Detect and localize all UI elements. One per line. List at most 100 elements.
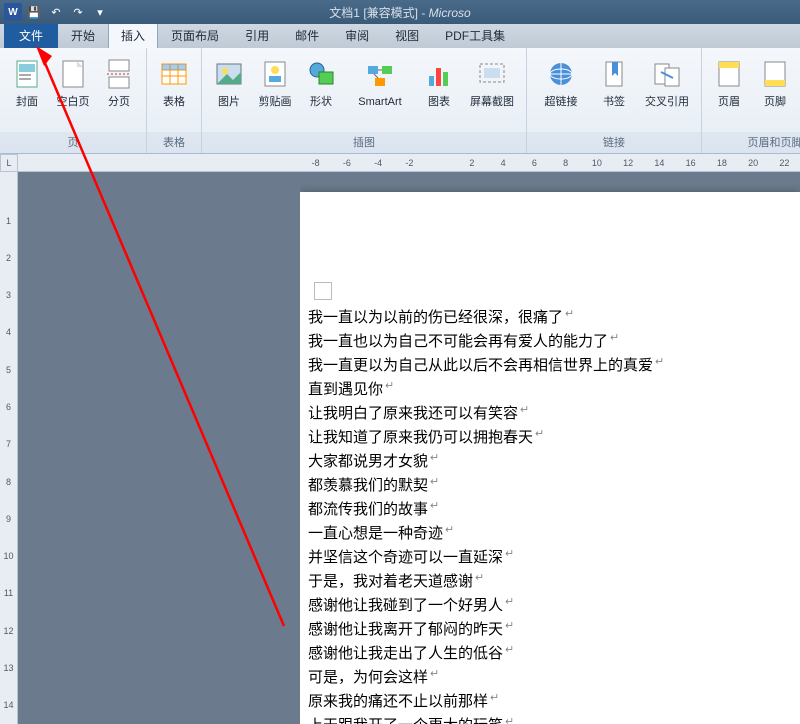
shapes-icon — [305, 54, 337, 94]
group-headerfooter-label: 页眉和页脚 — [702, 132, 800, 153]
redo-icon[interactable]: ↷ — [68, 2, 88, 22]
document-line[interactable]: 我一直以为以前的伤已经很深，很痛了 — [308, 306, 800, 330]
table-icon — [158, 54, 190, 94]
header-button[interactable]: 页眉 — [708, 52, 750, 111]
ribbon-tabs: 文件 开始 插入 页面布局 引用 邮件 审阅 视图 PDF工具集 — [0, 24, 800, 48]
document-line[interactable]: 并坚信这个奇迹可以一直延深 — [308, 546, 800, 570]
chart-button[interactable]: 图表 — [418, 52, 460, 111]
ruler-tick: 14 — [644, 158, 675, 168]
ruler-tick: 14 — [3, 687, 13, 724]
cover-page-button[interactable]: 封面 — [6, 52, 48, 111]
ruler-tick: 16 — [675, 158, 706, 168]
blank-page-button[interactable]: 空白页 — [52, 52, 94, 111]
page-break-button[interactable]: 分页 — [98, 52, 140, 111]
shapes-button[interactable]: 形状 — [300, 52, 342, 111]
document-line[interactable]: 都羡慕我们的默契 — [308, 474, 800, 498]
crossref-icon — [651, 54, 683, 94]
clipart-button[interactable]: 剪贴画 — [254, 52, 296, 111]
word-app-icon[interactable]: W — [4, 3, 22, 21]
header-label: 页眉 — [718, 96, 740, 109]
tab-view[interactable]: 视图 — [382, 22, 432, 48]
group-links: 超链接 书签 交叉引用 链接 — [527, 48, 702, 153]
document-line[interactable]: 可是，为何会这样 — [308, 666, 800, 690]
group-tables: 表格 表格 — [147, 48, 202, 153]
screenshot-icon — [476, 54, 508, 94]
document-line[interactable]: 直到遇见你 — [308, 378, 800, 402]
document-page[interactable]: 我一直以为以前的伤已经很深，很痛了我一直也以为自己不可能会再有爱人的能力了我一直… — [300, 192, 800, 724]
save-icon[interactable]: 💾 — [24, 2, 44, 22]
doc-title: 文档1 [兼容模式] — [329, 6, 418, 20]
footer-icon — [759, 54, 791, 94]
picture-button[interactable]: 图片 — [208, 52, 250, 111]
tab-file[interactable]: 文件 — [4, 22, 58, 48]
clipart-label: 剪贴画 — [259, 96, 292, 109]
cursor-marker — [314, 282, 332, 300]
crossref-button[interactable]: 交叉引用 — [639, 52, 695, 111]
ruler-tick: 12 — [613, 158, 644, 168]
hyperlink-button[interactable]: 超链接 — [533, 52, 589, 111]
tab-home[interactable]: 开始 — [58, 22, 108, 48]
picture-label: 图片 — [218, 96, 240, 109]
document-line[interactable]: 于是，我对着老天道感谢 — [308, 570, 800, 594]
bookmark-label: 书签 — [603, 96, 625, 109]
ruler-tick: 4 — [488, 158, 519, 168]
smartart-label: SmartArt — [358, 96, 401, 109]
horizontal-ruler[interactable]: -8-6-4-2246810121416182022 — [0, 154, 800, 172]
group-links-label: 链接 — [527, 132, 701, 153]
bookmark-icon — [598, 54, 630, 94]
picture-icon — [213, 54, 245, 94]
tab-insert[interactable]: 插入 — [108, 22, 158, 48]
chart-icon — [423, 54, 455, 94]
vertical-ruler[interactable]: 1234567891011121314 — [0, 172, 18, 724]
document-line[interactable]: 大家都说男才女貌 — [308, 450, 800, 474]
qat-dropdown-icon[interactable]: ▾ — [90, 2, 110, 22]
document-line[interactable]: 我一直更以为自己从此以后不会再相信世界上的真爱 — [308, 354, 800, 378]
ruler-tick: 7 — [6, 426, 11, 463]
document-line[interactable]: 我一直也以为自己不可能会再有爱人的能力了 — [308, 330, 800, 354]
chart-label: 图表 — [428, 96, 450, 109]
ruler-tick: 2 — [456, 158, 487, 168]
ruler-tick: 8 — [6, 463, 11, 500]
tab-review[interactable]: 审阅 — [332, 22, 382, 48]
blank-page-label: 空白页 — [57, 96, 90, 109]
title-bar: W 💾 ↶ ↷ ▾ 文档1 [兼容模式] - Microso — [0, 0, 800, 24]
bookmark-button[interactable]: 书签 — [593, 52, 635, 111]
document-line[interactable]: 感谢他让我走出了人生的低谷 — [308, 642, 800, 666]
group-illustrations: 图片 剪贴画 形状 SmartArt 图表 屏幕截图 插图 — [202, 48, 527, 153]
page-break-icon — [103, 54, 135, 94]
document-line[interactable]: 感谢他让我离开了郁闷的昨天 — [308, 618, 800, 642]
cover-page-icon — [11, 54, 43, 94]
ruler-tick: 5 — [6, 351, 11, 388]
smartart-button[interactable]: SmartArt — [346, 52, 414, 111]
page-container[interactable]: 我一直以为以前的伤已经很深，很痛了我一直也以为自己不可能会再有爱人的能力了我一直… — [300, 172, 800, 724]
tab-mail[interactable]: 邮件 — [282, 22, 332, 48]
document-line[interactable]: 都流传我们的故事 — [308, 498, 800, 522]
ruler-tick: 1 — [6, 202, 11, 239]
document-line[interactable]: 一直心想是一种奇迹 — [308, 522, 800, 546]
smartart-icon — [364, 54, 396, 94]
document-body[interactable]: 我一直以为以前的伤已经很深，很痛了我一直也以为自己不可能会再有爱人的能力了我一直… — [308, 306, 800, 724]
clipart-icon — [259, 54, 291, 94]
tab-layout[interactable]: 页面布局 — [158, 22, 232, 48]
page-gutter — [18, 172, 300, 724]
document-line[interactable]: 感谢他让我碰到了一个好男人 — [308, 594, 800, 618]
tab-stop-selector[interactable]: L — [0, 154, 18, 172]
footer-button[interactable]: 页脚 — [754, 52, 796, 111]
header-icon — [713, 54, 745, 94]
group-pages-label: 页 — [0, 132, 146, 153]
ruler-tick: 12 — [3, 612, 13, 649]
ruler-tick: -6 — [331, 158, 362, 168]
tab-pdf[interactable]: PDF工具集 — [432, 22, 518, 48]
table-button[interactable]: 表格 — [153, 52, 195, 111]
app-name: Microso — [429, 6, 471, 20]
shapes-label: 形状 — [310, 96, 332, 109]
document-line[interactable]: 原来我的痛还不止以前那样 — [308, 690, 800, 714]
group-pages: 封面 空白页 分页 页 — [0, 48, 147, 153]
document-line[interactable]: 上天跟我开了一个更大的玩笑 — [308, 714, 800, 724]
screenshot-button[interactable]: 屏幕截图 — [464, 52, 520, 111]
document-line[interactable]: 让我明白了原来我还可以有笑容 — [308, 402, 800, 426]
document-line[interactable]: 让我知道了原来我仍可以拥抱春天 — [308, 426, 800, 450]
tab-references[interactable]: 引用 — [232, 22, 282, 48]
undo-icon[interactable]: ↶ — [46, 2, 66, 22]
screenshot-label: 屏幕截图 — [470, 96, 514, 109]
